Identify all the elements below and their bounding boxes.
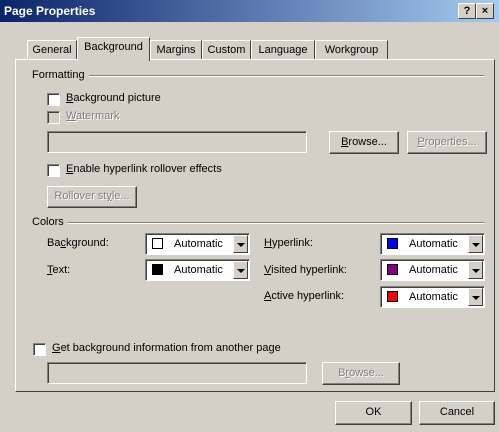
rollover-checkbox[interactable] (47, 164, 60, 177)
active-hyperlink-color-swatch (387, 291, 398, 302)
chevron-down-icon[interactable] (233, 261, 248, 279)
visited-hyperlink-color-value: Automatic (409, 264, 458, 276)
background-color-label: Background: (47, 237, 109, 249)
formatting-separator (32, 75, 484, 77)
tab-general[interactable]: General (27, 40, 77, 59)
background-picture-path-field[interactable] (47, 131, 307, 153)
tab-custom[interactable]: Custom (202, 40, 251, 59)
visited-hyperlink-color-label: Visited hyperlink: (264, 264, 347, 276)
visited-hyperlink-color-dropdown[interactable]: Automatic (380, 259, 485, 281)
help-button[interactable]: ? (458, 3, 476, 19)
hyperlink-color-value: Automatic (409, 238, 458, 250)
close-button[interactable]: × (476, 3, 494, 19)
active-hyperlink-color-value: Automatic (409, 291, 458, 303)
cancel-button[interactable]: Cancel (419, 401, 495, 425)
tab-language[interactable]: Language (251, 40, 315, 59)
background-picture-label: Background picture (66, 92, 161, 104)
watermark-label: Watermark (66, 110, 120, 122)
other-page-label: Get background information from another … (52, 342, 281, 354)
rollover-style-button[interactable]: Rollover style... (47, 186, 137, 208)
window-title: Page Properties (4, 4, 96, 18)
hyperlink-color-label: Hyperlink: (264, 237, 313, 249)
tab-workgroup[interactable]: Workgroup (315, 40, 388, 59)
background-picture-checkbox[interactable] (47, 93, 60, 106)
chevron-down-icon[interactable] (468, 288, 483, 306)
watermark-checkbox[interactable] (47, 111, 60, 124)
background-color-swatch (152, 238, 163, 249)
formatting-heading: Formatting (32, 69, 89, 81)
other-page-path-field[interactable] (47, 362, 307, 384)
other-page-checkbox[interactable] (33, 343, 46, 356)
text-color-dropdown[interactable]: Automatic (145, 259, 250, 281)
chevron-down-icon[interactable] (233, 235, 248, 253)
colors-separator (32, 222, 484, 224)
hyperlink-color-swatch (387, 238, 398, 249)
background-color-value: Automatic (174, 238, 223, 250)
active-hyperlink-color-dropdown[interactable]: Automatic (380, 286, 485, 308)
chevron-down-icon[interactable] (468, 261, 483, 279)
properties-button[interactable]: Properties... (407, 131, 487, 154)
browse-button[interactable]: Browse... (329, 131, 399, 154)
ok-button[interactable]: OK (335, 401, 412, 425)
active-hyperlink-color-label: Active hyperlink: (264, 290, 345, 302)
text-color-value: Automatic (174, 264, 223, 276)
tab-background[interactable]: Background (77, 37, 150, 61)
other-page-browse-button[interactable]: Browse... (322, 362, 400, 385)
text-color-swatch (152, 264, 163, 275)
rollover-label: Enable hyperlink rollover effects (66, 163, 222, 175)
tab-margins[interactable]: Margins (150, 40, 202, 59)
visited-hyperlink-color-swatch (387, 264, 398, 275)
title-bar: Page Properties ? × (0, 0, 499, 22)
hyperlink-color-dropdown[interactable]: Automatic (380, 233, 485, 255)
text-color-label: Text: (47, 264, 71, 276)
chevron-down-icon[interactable] (468, 235, 483, 253)
background-color-dropdown[interactable]: Automatic (145, 233, 250, 255)
colors-heading: Colors (32, 216, 68, 228)
